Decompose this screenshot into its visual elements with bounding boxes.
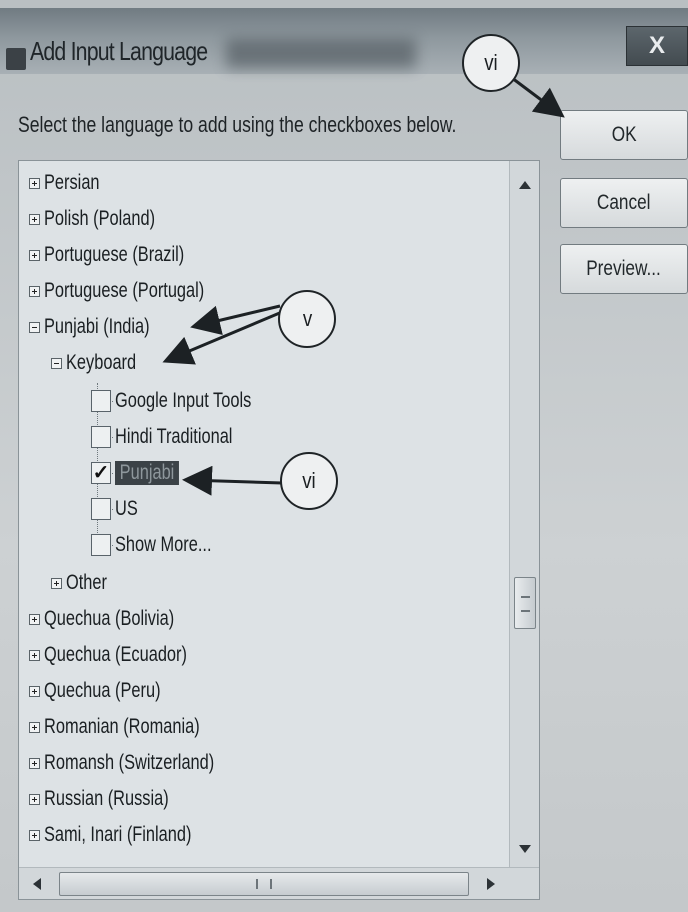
close-button[interactable]: X	[626, 26, 688, 66]
expand-icon[interactable]	[29, 757, 40, 769]
preview-button-label: Preview...	[586, 257, 662, 280]
keyboard-option-hindi-traditional[interactable]: Hindi Traditional	[91, 419, 266, 455]
tree-item-portuguese-portugal[interactable]: Portuguese (Portugal)	[29, 273, 249, 309]
keyboard-option-show-more[interactable]: Show More...	[91, 527, 239, 563]
scroll-left-arrow-icon[interactable]	[33, 878, 41, 890]
vertical-scroll-thumb[interactable]	[514, 577, 536, 629]
expand-icon[interactable]	[29, 285, 40, 297]
expand-icon[interactable]	[29, 829, 40, 841]
callout-punjabi: vi	[280, 452, 338, 510]
expand-icon[interactable]	[29, 649, 40, 661]
title-bar: Add Input Language X	[0, 8, 688, 74]
checkbox[interactable]	[91, 426, 111, 448]
horizontal-scrollbar[interactable]	[19, 867, 539, 899]
tree-item-keyboard[interactable]: Keyboard	[51, 345, 156, 381]
tree-item-punjabi-india[interactable]: Punjabi (India)	[29, 309, 179, 345]
keyboard-option-punjabi[interactable]: ✓ Punjabi	[91, 455, 197, 491]
horizontal-scroll-thumb[interactable]	[59, 872, 469, 896]
preview-button[interactable]: Preview...	[560, 244, 688, 294]
scroll-up-arrow-icon[interactable]	[519, 181, 531, 189]
checkbox[interactable]	[91, 534, 111, 556]
language-tree[interactable]: Persian Polish (Poland) Portuguese (Braz…	[18, 160, 540, 900]
scroll-down-arrow-icon[interactable]	[519, 845, 531, 853]
tree-item-quechua-ecuador[interactable]: Quechua (Ecuador)	[29, 637, 227, 673]
expand-icon[interactable]	[29, 177, 40, 189]
scroll-right-arrow-icon[interactable]	[487, 878, 495, 890]
checkbox[interactable]	[91, 390, 111, 412]
callout-tree: v	[278, 290, 336, 348]
tree-item-russian[interactable]: Russian (Russia)	[29, 781, 204, 817]
tree-item-romansh[interactable]: Romansh (Switzerland)	[29, 745, 262, 781]
tree-item-polish[interactable]: Polish (Poland)	[29, 201, 186, 237]
keyboard-option-us[interactable]: US	[91, 491, 144, 527]
ok-button[interactable]: OK	[560, 110, 688, 160]
vertical-scrollbar[interactable]	[509, 161, 539, 867]
tree-item-other[interactable]: Other	[51, 565, 119, 601]
tree-item-persian[interactable]: Persian	[29, 165, 115, 201]
expand-icon[interactable]	[29, 249, 40, 261]
expand-icon[interactable]	[29, 685, 40, 697]
app-icon	[6, 48, 26, 70]
tree-item-quechua-bolivia[interactable]: Quechua (Bolivia)	[29, 601, 211, 637]
instruction-text: Select the language to add using the che…	[18, 112, 457, 137]
tree-item-romanian[interactable]: Romanian (Romania)	[29, 709, 244, 745]
tree-item-quechua-peru[interactable]: Quechua (Peru)	[29, 673, 193, 709]
dialog-title: Add Input Language	[30, 36, 208, 66]
ok-button-label: OK	[611, 123, 637, 146]
expand-icon[interactable]	[29, 793, 40, 805]
keyboard-option-google-input-tools[interactable]: Google Input Tools	[91, 383, 290, 419]
collapse-icon[interactable]	[51, 357, 62, 369]
tree-item-portuguese-brazil[interactable]: Portuguese (Brazil)	[29, 237, 224, 273]
expand-icon[interactable]	[29, 213, 40, 225]
checkbox[interactable]	[91, 498, 111, 520]
cancel-button[interactable]: Cancel	[560, 178, 688, 228]
cancel-button-label: Cancel	[597, 191, 651, 214]
tree-item-sami-inari[interactable]: Sami, Inari (Finland)	[29, 817, 233, 853]
callout-ok: vi	[462, 34, 520, 92]
expand-icon[interactable]	[29, 721, 40, 733]
expand-icon[interactable]	[29, 613, 40, 625]
checkbox[interactable]: ✓	[91, 462, 111, 484]
blurred-title-text	[226, 38, 416, 68]
collapse-icon[interactable]	[29, 321, 40, 333]
expand-icon[interactable]	[51, 577, 62, 589]
